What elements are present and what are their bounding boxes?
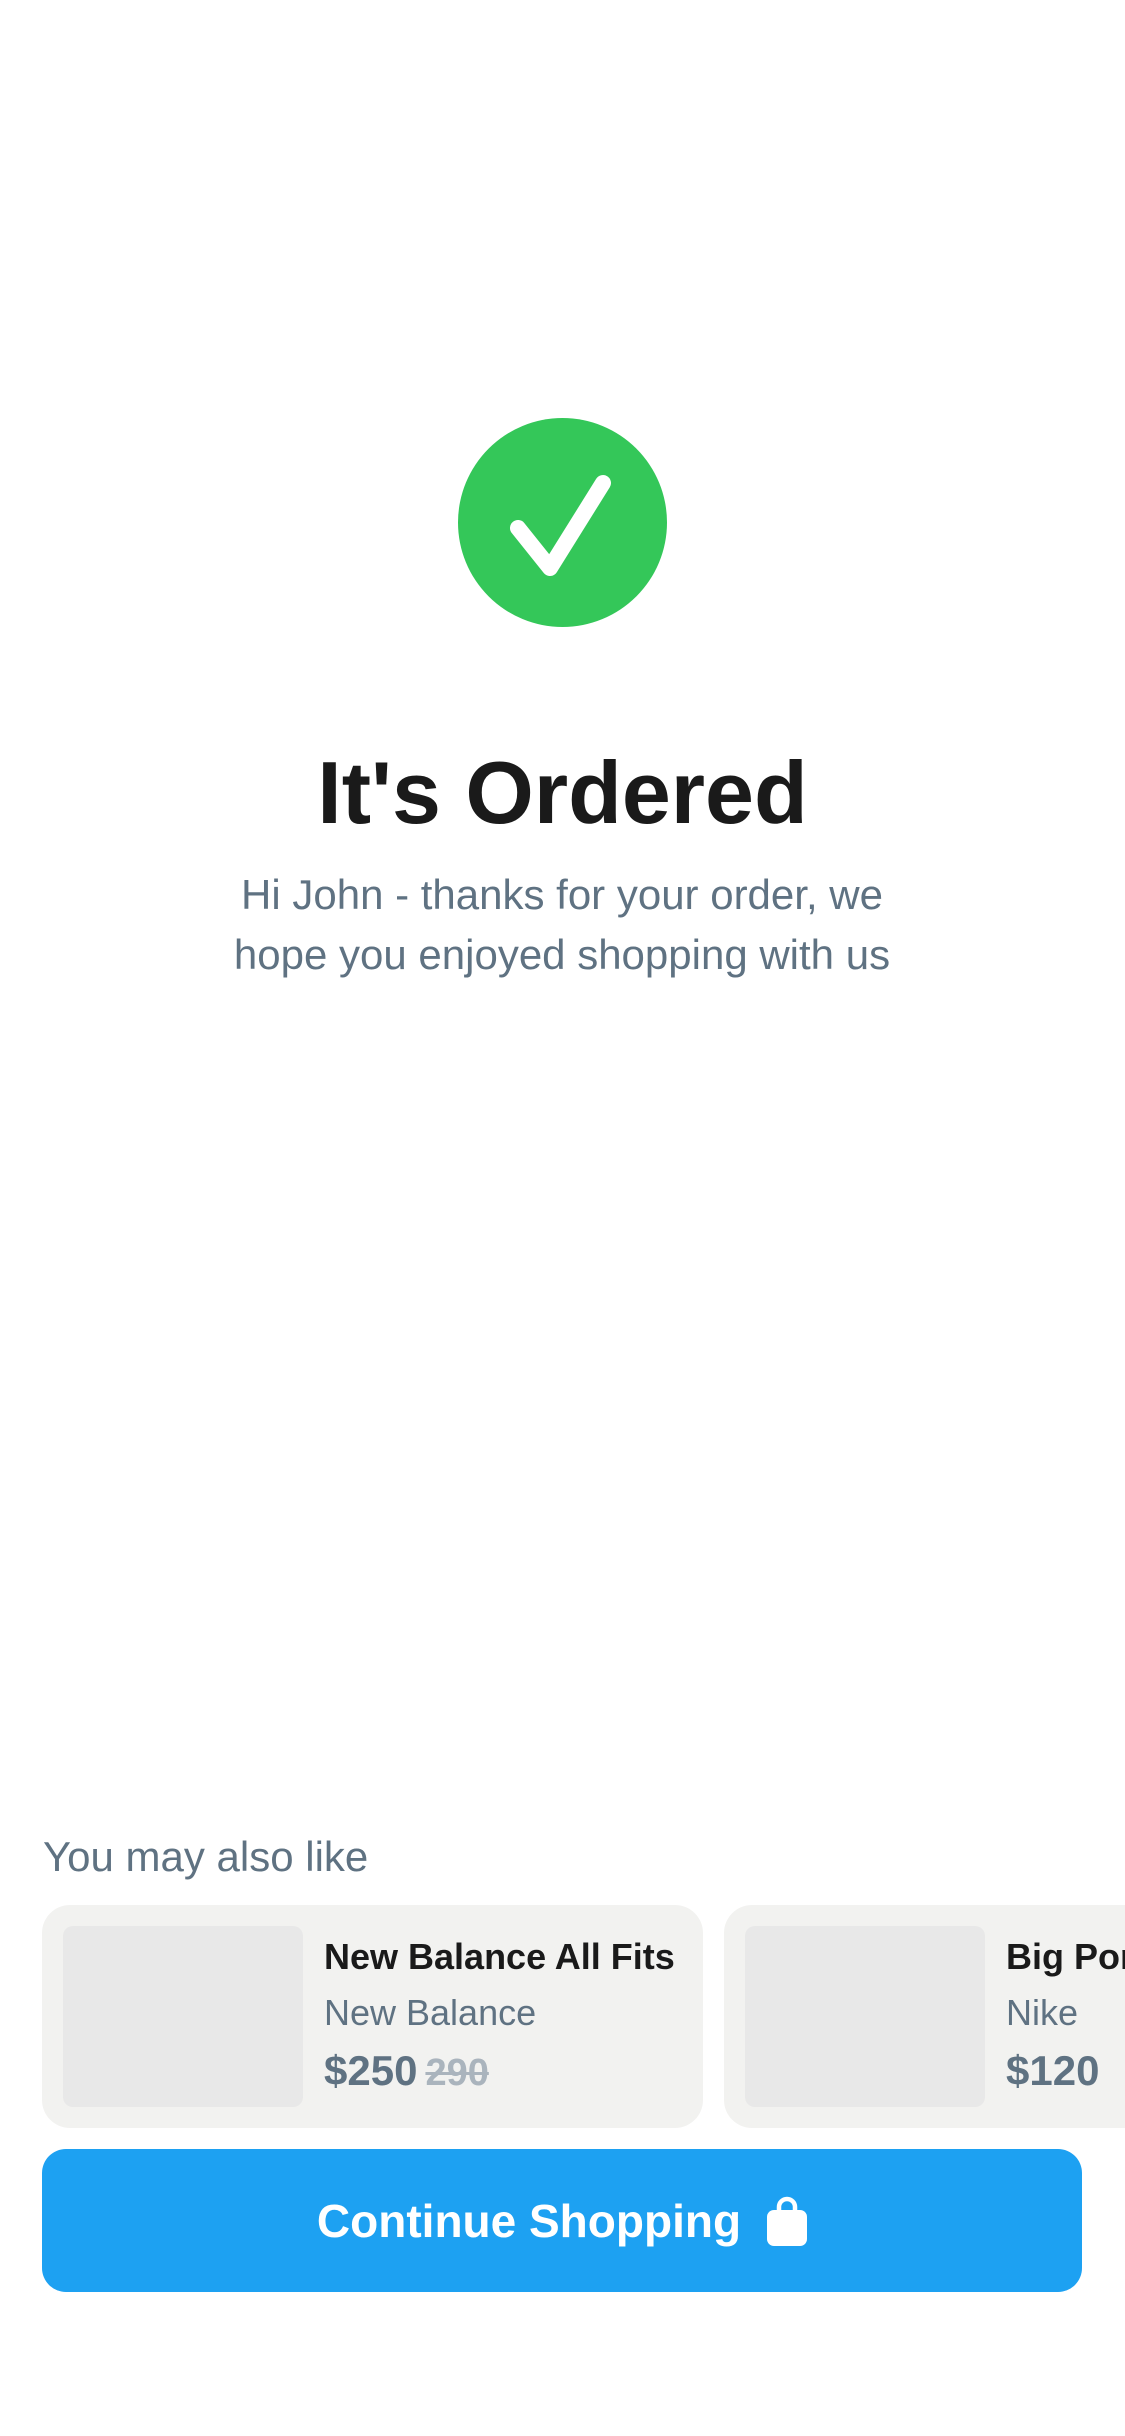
continue-shopping-button[interactable]: Continue Shopping — [42, 2149, 1082, 2292]
product-brand: New Balance — [324, 1992, 537, 2033]
product-price: $120 — [1006, 2047, 1100, 2094]
product-image-placeholder — [745, 1926, 985, 2107]
continue-shopping-label: Continue Shopping — [316, 2194, 742, 2247]
product-price: $250 — [324, 2047, 418, 2094]
product-brand: Nike — [1006, 1992, 1079, 2033]
confirmation-message: Hi John - thanks for your order, we hope… — [233, 871, 891, 978]
product-price-row: $250 290 — [324, 2043, 489, 2101]
recommendations-heading: You may also like — [43, 1833, 369, 1880]
product-price-row: $120 — [1006, 2043, 1099, 2099]
product-card[interactable]: New Balance All Fits New Balance $250 290 — [42, 1905, 703, 2128]
product-image-placeholder — [63, 1926, 303, 2107]
product-card[interactable]: Big Pon Nike $120 — [724, 1905, 1125, 2128]
product-original-price: 290 — [425, 2052, 489, 2094]
shopping-bag-icon — [767, 2196, 808, 2246]
checkmark-icon — [458, 418, 667, 627]
page-title: It's Ordered — [317, 743, 808, 842]
product-name: New Balance All Fits — [324, 1936, 675, 1977]
recommendations-carousel[interactable]: New Balance All Fits New Balance $250 290… — [0, 1905, 1125, 2128]
product-name: Big Pon — [1006, 1936, 1125, 1977]
